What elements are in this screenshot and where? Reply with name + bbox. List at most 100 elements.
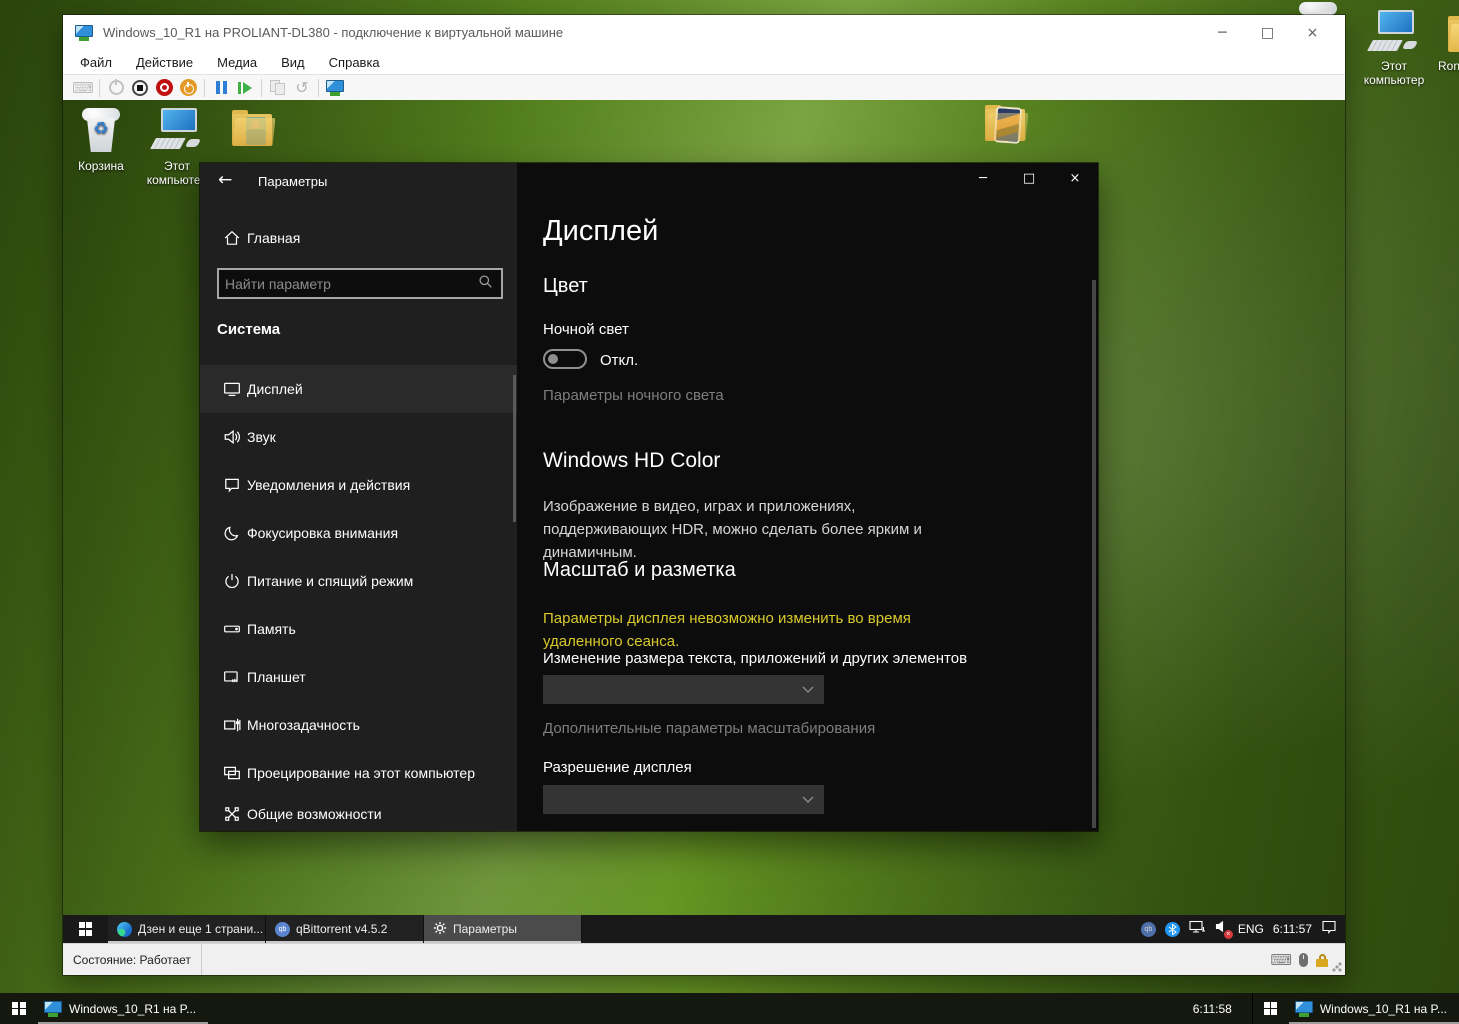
pause-icon[interactable] [209, 77, 233, 99]
home-label: Главная [247, 230, 300, 246]
sidebar-item-display[interactable]: Дисплей [200, 365, 517, 413]
taskbar-button-settings[interactable]: Параметры [424, 915, 582, 943]
pictures-folder-icon [983, 103, 1027, 143]
menu-help[interactable]: Справка [329, 55, 380, 70]
taskbar-button-label: Дзен и еще 1 страни... [138, 922, 263, 936]
vm-pictures-folder[interactable] [979, 103, 1031, 143]
enhanced-session-icon[interactable] [323, 77, 347, 99]
vm-menubar: Файл Действие Медиа Вид Справка [63, 50, 1345, 74]
night-light-label: Ночной свет [543, 321, 629, 338]
sidebar-item-power-sleep[interactable]: Питание и спящий режим [200, 557, 517, 605]
night-light-toggle[interactable] [543, 349, 587, 369]
scale-dropdown[interactable] [543, 675, 824, 704]
settings-gear-icon [433, 921, 447, 938]
sidebar-item-shared-experiences[interactable]: Общие возможности [200, 797, 517, 831]
menu-file[interactable]: Файл [80, 55, 112, 70]
mute-badge-icon: × [1224, 930, 1233, 939]
menu-view[interactable]: Вид [281, 55, 305, 70]
user-folder-icon [230, 108, 274, 148]
vm-minimize-button[interactable]: ─ [1200, 15, 1245, 50]
back-icon[interactable]: ← [218, 170, 232, 190]
content-scrollbar[interactable] [1092, 280, 1096, 828]
resume-icon[interactable] [233, 77, 257, 99]
resolution-label: Разрешение дисплея [543, 759, 692, 776]
vm-recycle-bin[interactable]: ♻ Корзина [76, 108, 126, 173]
volume-muted-icon[interactable]: × [1215, 920, 1229, 938]
vm-taskbar: Дзен и еще 1 страни... qb qBittorrent v4… [63, 915, 1345, 943]
settings-close-button[interactable]: × [1052, 163, 1098, 193]
recycle-bin-icon: ♻ [82, 108, 120, 152]
sidebar-item-sound[interactable]: Звук [200, 413, 517, 461]
taskbar-button-edge[interactable]: Дзен и еще 1 страни... [108, 915, 266, 943]
sidebar-item-multitasking[interactable]: Многозадачность [200, 701, 517, 749]
revert-icon[interactable]: ↺ [290, 77, 314, 99]
network-icon[interactable] [1189, 920, 1206, 939]
projecting-icon [223, 764, 241, 782]
taskbar-button-label: qBittorrent v4.5.2 [296, 922, 387, 936]
search-input[interactable] [219, 276, 478, 292]
shut-down-icon[interactable] [152, 77, 176, 99]
qbittorrent-tray-icon[interactable]: qb [1141, 922, 1156, 937]
resolution-dropdown[interactable] [543, 785, 824, 814]
sidebar-item-home[interactable]: Главная [200, 221, 517, 255]
search-icon[interactable] [478, 274, 493, 294]
taskbar-button-qbittorrent[interactable]: qb qBittorrent v4.5.2 [266, 915, 424, 943]
sidebar-item-notifications[interactable]: Уведомления и действия [200, 461, 517, 509]
resize-grip[interactable] [1332, 962, 1342, 972]
scale-section-heading: Масштаб и разметка [543, 559, 736, 582]
ctrl-alt-del-icon[interactable]: ⌨ [71, 77, 95, 99]
save-vm-icon[interactable] [176, 77, 200, 99]
shared-experiences-icon [223, 805, 241, 823]
menu-media[interactable]: Медиа [217, 55, 257, 70]
sidebar-scrollbar[interactable] [513, 375, 516, 522]
menu-action[interactable]: Действие [136, 55, 193, 70]
vm-maximize-button[interactable]: □ [1245, 15, 1290, 50]
hyperv-vm-icon [1295, 1001, 1313, 1017]
turn-off-icon[interactable] [128, 77, 152, 99]
language-indicator[interactable]: ENG [1238, 922, 1264, 936]
vm-recycle-bin-label: Корзина [76, 159, 126, 173]
night-light-settings-link[interactable]: Параметры ночного света [543, 387, 724, 404]
vm-titlebar[interactable]: Windows_10_R1 на PROLIANT-DL380 - подклю… [63, 15, 1345, 50]
advanced-scaling-link[interactable]: Дополнительные параметры масштабирования [543, 720, 875, 737]
lock-status-icon [1315, 953, 1329, 967]
settings-sidebar: ← Параметры Главная Систем [200, 163, 517, 831]
sidebar-item-projecting[interactable]: Проецирование на этот компьютер [200, 749, 517, 797]
host-start-button-secondary[interactable] [1253, 993, 1289, 1024]
host-taskbar-button-label: Windows_10_R1 на P... [1320, 1002, 1447, 1016]
vm-close-button[interactable]: × [1290, 15, 1335, 50]
settings-minimize-button[interactable]: ─ [960, 163, 1006, 193]
host-start-button[interactable] [0, 993, 38, 1024]
sidebar-item-storage[interactable]: Память [200, 605, 517, 653]
taskbar-button-label: Параметры [453, 922, 517, 936]
sidebar-item-label: Память [247, 621, 296, 637]
page-title: Дисплей [543, 215, 658, 248]
color-section-heading: Цвет [543, 275, 588, 298]
host-taskbar-vmconnect-button[interactable]: Windows_10_R1 на P... [38, 993, 208, 1024]
folder-icon [1446, 14, 1459, 54]
vm-clock[interactable]: 6:11:57 [1273, 922, 1312, 936]
checkpoint-icon[interactable] [266, 77, 290, 99]
display-icon [223, 380, 241, 398]
chevron-down-icon [802, 791, 814, 809]
start-vm-icon[interactable] [104, 77, 128, 99]
settings-search-box[interactable] [217, 268, 503, 299]
vm-user-folder[interactable] [226, 108, 278, 148]
storage-icon [223, 620, 241, 638]
windows-logo-icon [79, 922, 93, 936]
sidebar-item-label: Многозадачность [247, 717, 360, 733]
settings-maximize-button[interactable]: □ [1006, 163, 1052, 193]
host-this-pc-icon[interactable]: Этот компьютер [1360, 10, 1428, 87]
bluetooth-icon[interactable] [1165, 922, 1180, 937]
action-center-icon[interactable] [1321, 919, 1337, 939]
sidebar-item-tablet[interactable]: Планшет [200, 653, 517, 701]
vm-start-button[interactable] [63, 915, 108, 943]
host-this-pc-label: Этот компьютер [1360, 59, 1428, 87]
sidebar-item-focus-assist[interactable]: Фокусировка внимания [200, 509, 517, 557]
host-clock[interactable]: 6:11:58 [1193, 993, 1242, 1024]
host-folder-icon[interactable]: Ron [1438, 14, 1459, 73]
focus-assist-icon [223, 524, 241, 542]
host-taskbar-vmconnect-button-secondary[interactable]: Windows_10_R1 на P... [1289, 993, 1459, 1024]
sidebar-item-label: Планшет [247, 669, 306, 685]
sidebar-group-system: Система [217, 321, 280, 338]
